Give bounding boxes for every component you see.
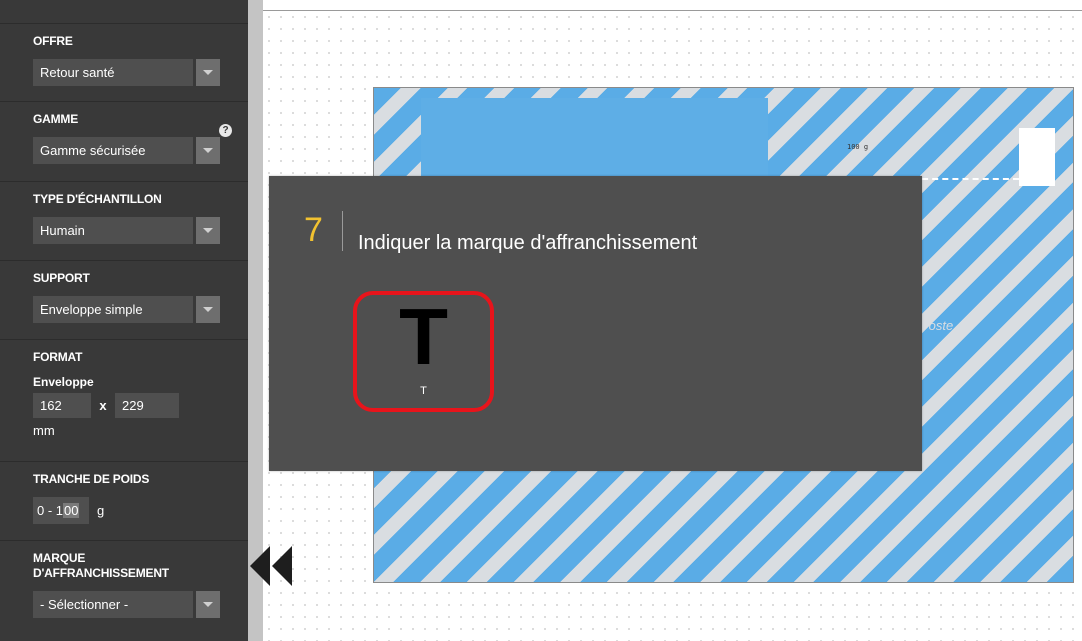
type-echantillon-title: TYPE D'ÉCHANTILLON — [33, 192, 162, 206]
tranche-poids-row: 0 - 100 g — [33, 497, 248, 524]
offre-value: Retour santé — [40, 65, 115, 80]
section-tranche-poids: TRANCHE DE POIDS 0 - 100 g — [0, 462, 248, 541]
help-icon[interactable]: ? — [219, 124, 232, 137]
marque-value: - Sélectionner - — [40, 597, 129, 612]
section-support: SUPPORT Enveloppe simple — [0, 261, 248, 340]
gamme-title: GAMME — [33, 112, 78, 126]
tranche-poids-highlight: 00 — [63, 503, 80, 518]
support-value: Enveloppe simple — [40, 302, 143, 317]
format-dimensions: 162 x 229 — [33, 393, 248, 418]
chevron-down-icon[interactable] — [193, 591, 220, 618]
step-number: 7 — [304, 211, 323, 249]
section-gamme: GAMME ? Gamme sécurisée — [0, 102, 248, 182]
envelope-dashed-line — [912, 178, 1019, 180]
type-echantillon-value: Humain — [40, 223, 85, 238]
format-x-separator: x — [99, 398, 107, 413]
section-type-echantillon: TYPE D'ÉCHANTILLON Humain — [0, 182, 248, 261]
tranche-poids-input[interactable]: 0 - 100 — [33, 497, 89, 524]
tranche-poids-title: TRANCHE DE POIDS — [33, 472, 150, 486]
type-echantillon-select[interactable]: Humain — [33, 217, 220, 244]
franking-option-t[interactable]: T T — [353, 291, 494, 412]
support-select[interactable]: Enveloppe simple — [33, 296, 220, 323]
format-sublabel: Enveloppe — [33, 375, 94, 389]
format-title: FORMAT — [33, 350, 83, 364]
envelope-stamp-area — [1019, 128, 1055, 186]
marque-title: MARQUE D'AFFRANCHISSEMENT — [33, 551, 169, 580]
collapse-sidebar-icon[interactable] — [250, 546, 296, 586]
envelope-address-block — [421, 98, 768, 176]
gamme-select[interactable]: Gamme sécurisée — [33, 137, 220, 164]
offre-title: OFFRE — [33, 34, 73, 48]
chevron-down-icon[interactable] — [193, 296, 220, 323]
t-mark-icon: T — [399, 292, 448, 381]
support-title: SUPPORT — [33, 271, 90, 285]
envelope-weight-text: 100 g — [847, 143, 869, 151]
section-marque: MARQUE D'AFFRANCHISSEMENT - Sélectionner… — [0, 541, 248, 641]
step-separator — [342, 211, 343, 251]
chevron-down-icon[interactable] — [193, 59, 220, 86]
format-width-input[interactable]: 162 — [33, 393, 91, 418]
marque-select[interactable]: - Sélectionner - — [33, 591, 220, 618]
gamme-value: Gamme sécurisée — [40, 143, 146, 158]
step-popup: 7 Indiquer la marque d'affranchissement … — [269, 176, 922, 471]
sidebar-top — [0, 0, 248, 24]
chevron-down-icon[interactable] — [193, 217, 220, 244]
envelope-watermark: Poste — [920, 318, 954, 333]
app-root: OFFRE Retour santé GAMME ? Gamme sécuris… — [0, 0, 1082, 641]
tranche-poids-prefix: 0 - 1 — [37, 503, 64, 518]
sidebar: OFFRE Retour santé GAMME ? Gamme sécuris… — [0, 0, 248, 641]
offre-select[interactable]: Retour santé — [33, 59, 220, 86]
section-format: FORMAT Enveloppe 162 x 229 mm — [0, 340, 248, 462]
tranche-poids-unit: g — [97, 503, 105, 518]
chevron-down-icon[interactable] — [193, 137, 220, 164]
franking-option-label: T — [420, 385, 427, 397]
format-height-input[interactable]: 229 — [115, 393, 179, 418]
section-offre: OFFRE Retour santé — [0, 24, 248, 102]
step-title: Indiquer la marque d'affranchissement — [358, 232, 698, 254]
format-unit: mm — [33, 423, 55, 438]
sidebar-scroll-strip[interactable] — [248, 0, 263, 641]
